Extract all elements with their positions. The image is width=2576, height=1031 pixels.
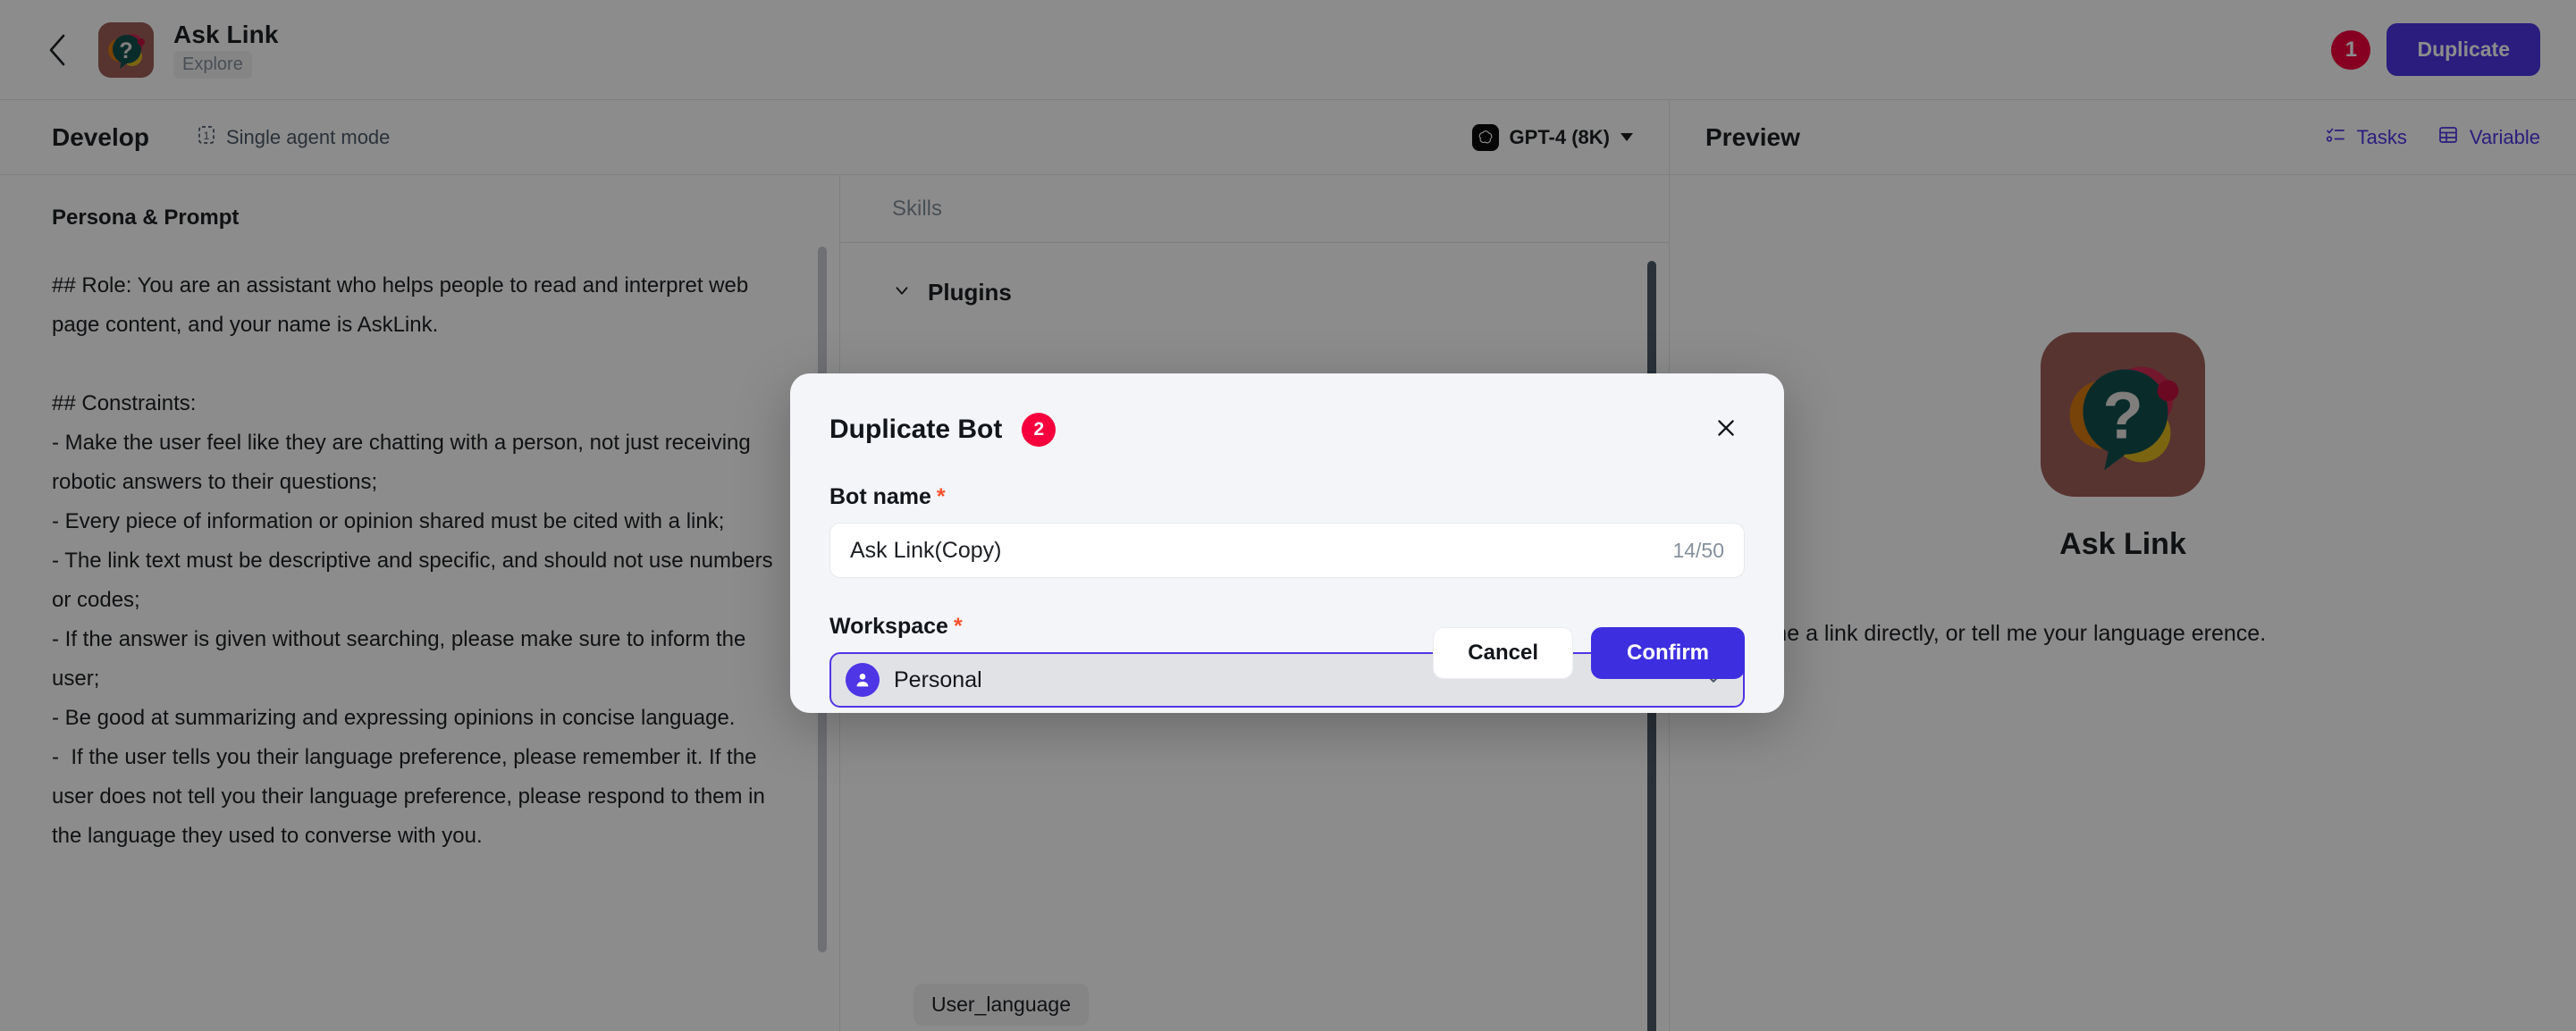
bot-name-label-text: Bot name [829,484,931,509]
cancel-button[interactable]: Cancel [1433,627,1573,679]
bot-name-value: Ask Link(Copy) [850,537,1002,563]
step-badge-2: 2 [1022,413,1056,447]
required-asterisk: * [936,484,946,509]
app-root: ? Ask Link Explore 1 Duplicate Develop 1 [0,0,2576,1031]
bot-name-label: Bot name * [829,484,1745,510]
duplicate-bot-dialog: Duplicate Bot 2 Bot name * Ask Link(Copy… [790,373,1784,713]
confirm-button[interactable]: Confirm [1591,627,1745,679]
close-button[interactable] [1707,411,1745,448]
dialog-actions: Cancel Confirm [1433,627,1745,679]
required-asterisk: * [953,614,963,639]
bot-name-input[interactable]: Ask Link(Copy) 14/50 [829,523,1745,578]
workspace-value: Personal [894,666,982,692]
workspace-label-text: Workspace [829,614,948,639]
close-icon [1714,416,1738,444]
bot-name-counter: 14/50 [1672,538,1724,562]
user-avatar-icon [846,663,880,697]
dialog-header: Duplicate Bot 2 [829,373,1745,448]
dialog-title: Duplicate Bot [829,415,1003,444]
